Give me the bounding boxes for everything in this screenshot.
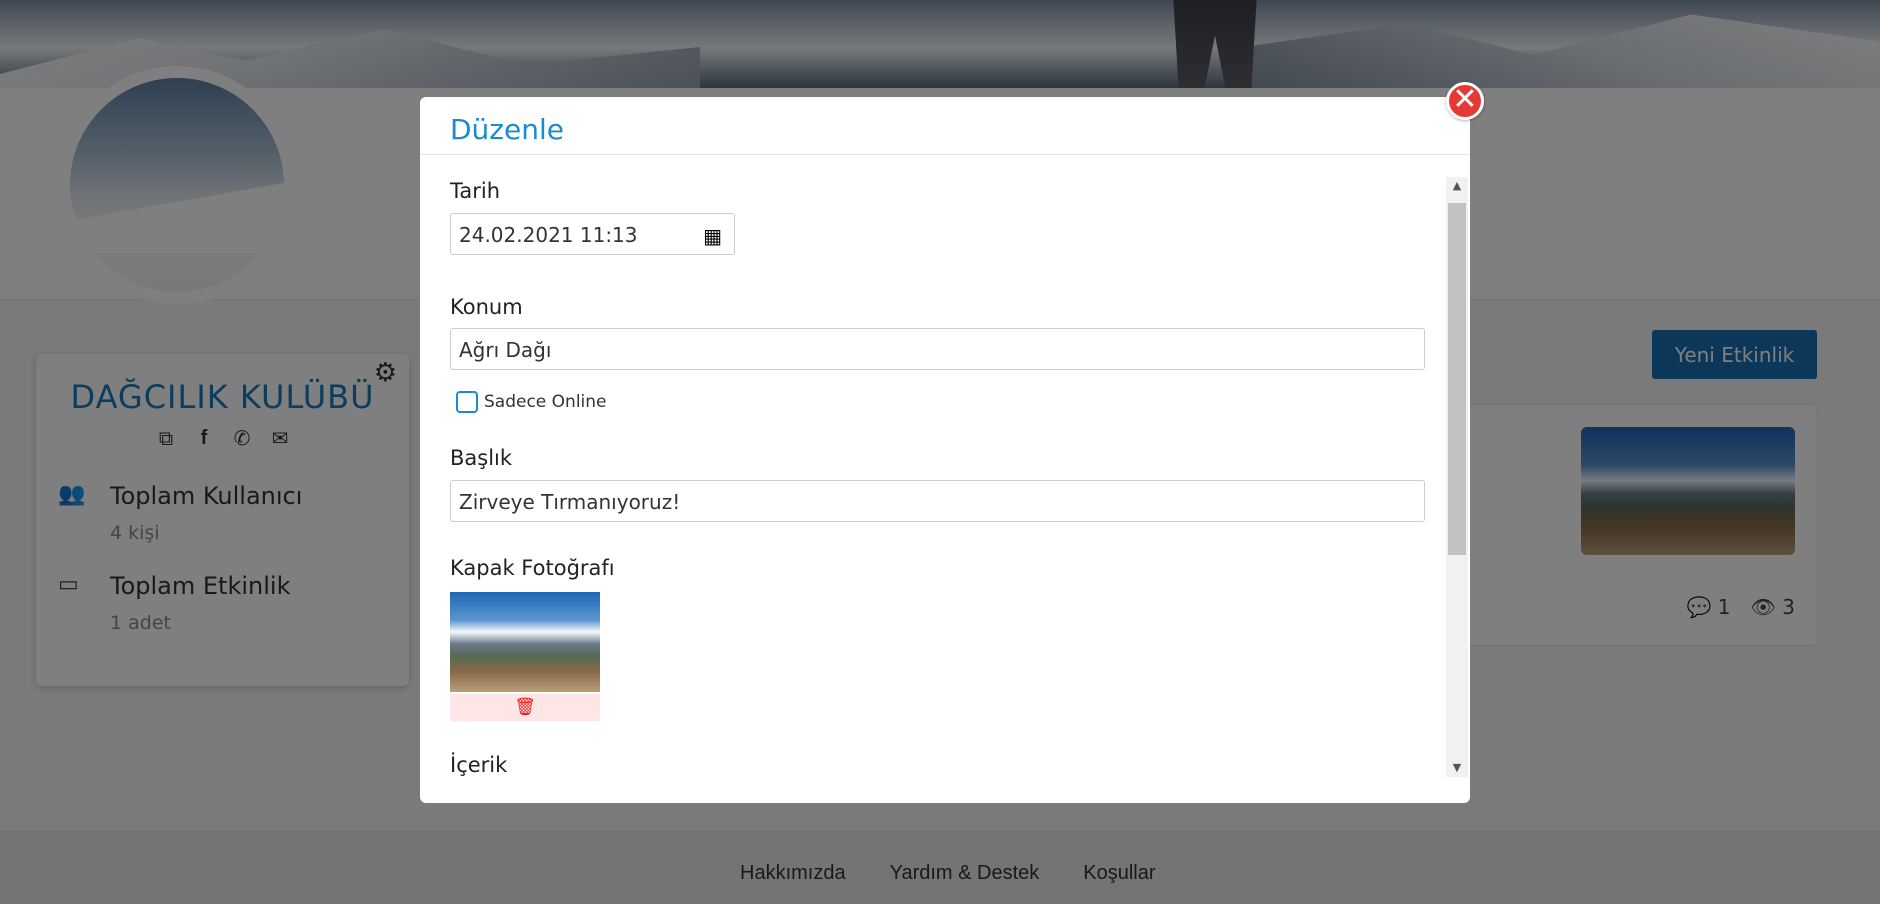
trash-icon: 🗑 <box>514 697 536 717</box>
delete-cover-button[interactable]: 🗑 <box>450 694 600 721</box>
scroll-up-arrow-icon[interactable]: ▲ <box>1446 177 1468 195</box>
title-label: Başlık <box>450 446 513 470</box>
content-label: İçerik <box>450 753 508 777</box>
online-only-checkbox[interactable] <box>456 391 478 413</box>
date-input[interactable]: 24.02.2021 11:13 ▦ <box>450 213 735 255</box>
modal-body: Tarih 24.02.2021 11:13 ▦ Konum Ağrı Dağı… <box>420 177 1470 797</box>
cover-photo-preview <box>450 592 600 692</box>
close-icon[interactable]: ✕ <box>1446 82 1484 120</box>
scroll-down-arrow-icon[interactable]: ▼ <box>1446 759 1468 777</box>
title-input[interactable]: Zirveye Tırmanıyoruz! <box>450 480 1425 522</box>
calendar-picker-icon[interactable]: ▦ <box>703 224 722 248</box>
edit-event-modal: Düzenle Tarih 24.02.2021 11:13 ▦ Konum A… <box>420 97 1470 803</box>
date-label: Tarih <box>450 179 500 203</box>
location-label: Konum <box>450 295 523 319</box>
modal-scrollbar[interactable]: ▲ ▼ <box>1446 177 1468 777</box>
date-value: 24.02.2021 11:13 <box>459 223 638 247</box>
modal-title: Düzenle <box>450 113 564 146</box>
cover-photo-label: Kapak Fotoğrafı <box>450 556 615 580</box>
location-input[interactable]: Ağrı Dağı <box>450 328 1425 370</box>
modal-header: Düzenle <box>420 97 1470 155</box>
scrollbar-thumb[interactable] <box>1448 203 1466 555</box>
online-only-label[interactable]: Sadece Online <box>484 392 607 412</box>
